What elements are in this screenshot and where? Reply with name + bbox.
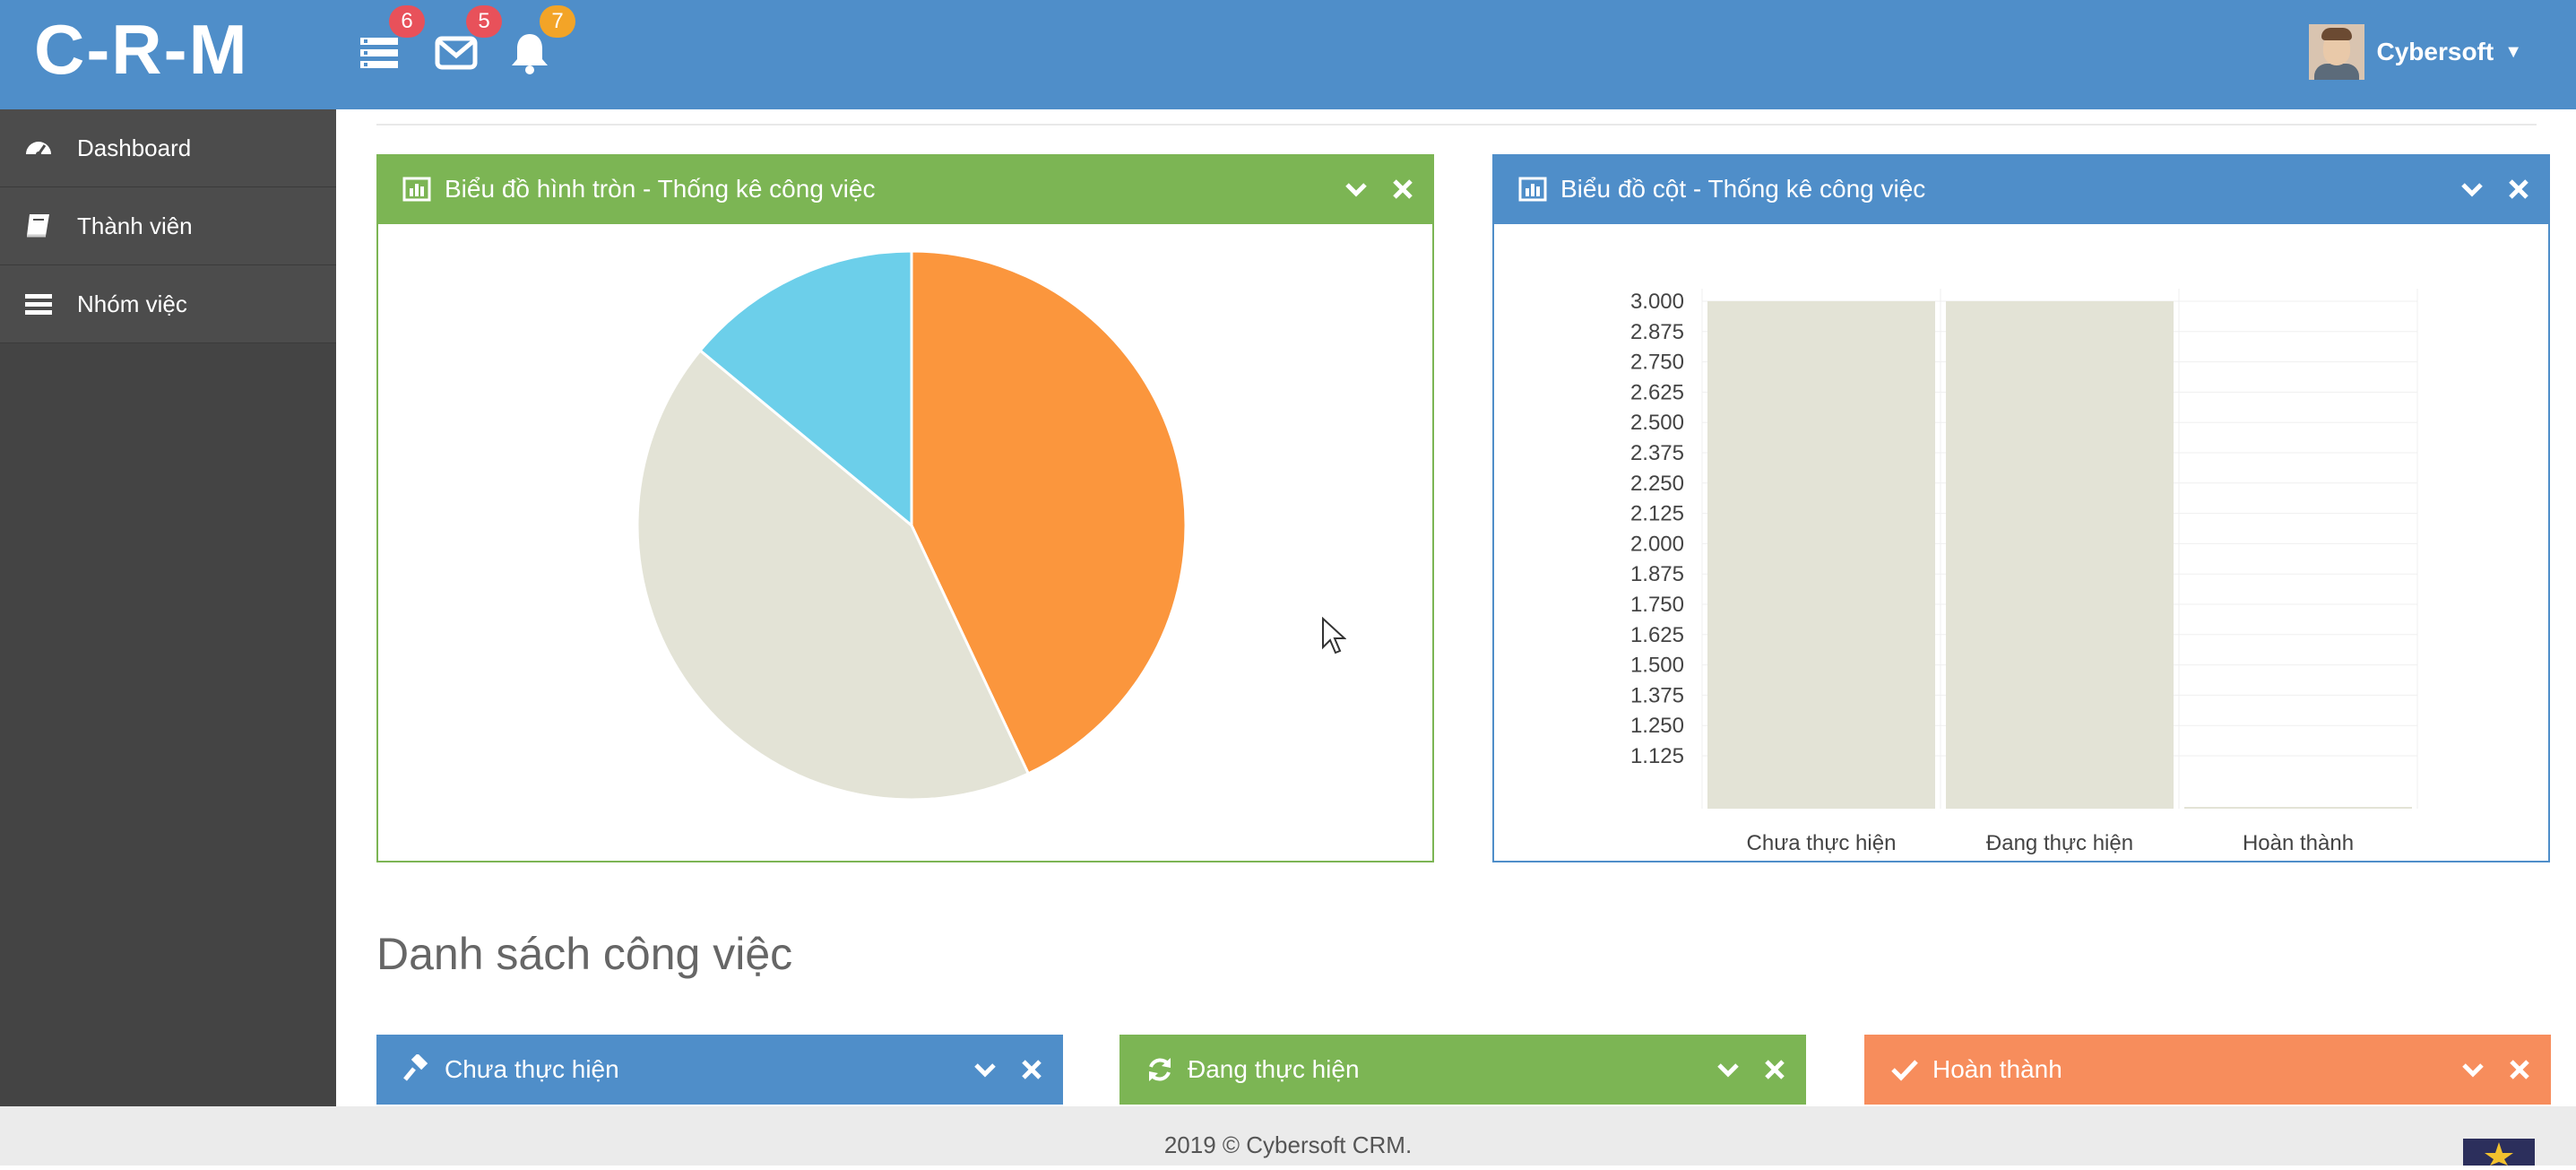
panel-title: Biểu đồ cột - Thống kê công việc (1560, 175, 1926, 203)
bar-chart: 3.000 2.875 2.750 2.625 2.500 2.375 2.250 2.125… (1630, 289, 2418, 855)
y-tick-label: 3.000 (1630, 290, 1684, 314)
x-tick-label: Đang thực hiện (1986, 831, 2133, 855)
sidebar-item-groups[interactable]: Nhóm việc (0, 265, 336, 343)
panel-header: Biểu đồ cột - Thống kê công việc (1492, 154, 2550, 224)
mouse-cursor-icon (1322, 617, 1346, 654)
y-tick-label: 1.250 (1630, 714, 1684, 738)
y-tick-label: 2.625 (1630, 380, 1684, 404)
close-icon[interactable] (2506, 1056, 2533, 1083)
chevron-down-icon[interactable] (1343, 176, 1370, 203)
panel-title: Đang thực hiện (1188, 1055, 1360, 1083)
task-panel-todo: Chưa thực hiện (376, 1035, 1063, 1106)
panel-header: Đang thực hiện (1119, 1035, 1806, 1105)
y-tick-label: 1.875 (1630, 562, 1684, 586)
list-icon (0, 289, 77, 319)
y-tick-label: 2.250 (1630, 472, 1684, 496)
tasks-badge: 6 (389, 5, 425, 38)
close-icon[interactable] (2505, 176, 2532, 203)
app-logo[interactable]: C-R-M (34, 9, 249, 91)
panel-header: Biểu đồ hình tròn - Thống kê công việc (376, 154, 1434, 224)
bell-icon[interactable]: 7 (507, 5, 575, 75)
y-tick-label: 1.125 (1630, 744, 1684, 768)
messages-badge: 5 (466, 5, 502, 38)
pie-chart-panel: Biểu đồ hình tròn - Thống kê công việc (376, 154, 1434, 862)
y-tick-label: 1.750 (1630, 593, 1684, 617)
corner-logo (2463, 1139, 2535, 1166)
user-menu[interactable]: Cybersoft ▼ (2308, 23, 2522, 81)
sidebar-item-label: Thành viên (77, 212, 193, 239)
close-icon[interactable] (1761, 1056, 1788, 1083)
task-panel-in-progress: Đang thực hiện (1119, 1035, 1806, 1106)
bar-1[interactable] (1946, 301, 2174, 809)
chevron-down-icon[interactable] (1715, 1056, 1742, 1083)
x-tick-label: Hoàn thành (2243, 831, 2354, 855)
bar-0[interactable] (1707, 301, 1935, 809)
envelope-icon[interactable]: 5 (434, 5, 502, 75)
panel-title: Chưa thực hiện (445, 1055, 619, 1083)
panel-title: Hoàn thành (1932, 1055, 2062, 1083)
chevron-down-icon[interactable] (2459, 176, 2485, 203)
panel-title: Biểu đồ hình tròn - Thống kê công việc (445, 175, 876, 203)
main-content: Biểu đồ hình tròn - Thống kê công việc B… (336, 109, 2576, 1106)
dashboard-icon (0, 133, 77, 163)
y-tick-label: 2.750 (1630, 351, 1684, 375)
bar-2[interactable] (2184, 807, 2412, 809)
bar-chart-icon (1517, 174, 1548, 204)
y-tick-label: 2.125 (1630, 502, 1684, 526)
pie-chart (635, 249, 1188, 802)
book-icon (0, 211, 77, 241)
top-header: C-R-M 6 5 7 Cybersoft ▼ (0, 0, 2576, 109)
sidebar-item-label: Dashboard (77, 134, 192, 161)
x-tick-label: Chưa thực hiện (1747, 831, 1897, 855)
y-tick-label: 2.875 (1630, 320, 1684, 344)
gavel-icon (402, 1054, 432, 1085)
sidebar-item-members[interactable]: Thành viên (0, 187, 336, 265)
close-icon[interactable] (1389, 176, 1416, 203)
footer-text: 2019 © Cybersoft CRM. (1163, 1131, 1413, 1158)
section-title: Danh sách công việc (376, 929, 793, 979)
task-panel-done: Hoàn thành (1864, 1035, 2551, 1106)
panel-header: Chưa thực hiện (376, 1035, 1063, 1105)
divider (376, 124, 2537, 126)
check-icon (1889, 1054, 1920, 1085)
panel-header: Hoàn thành (1864, 1035, 2551, 1105)
sidebar-item-dashboard[interactable]: Dashboard (0, 109, 336, 187)
chevron-down-icon[interactable] (972, 1056, 998, 1083)
user-name: Cybersoft (2376, 38, 2494, 65)
bar-chart-panel: Biểu đồ cột - Thống kê công việc 3.000 2.… (1492, 154, 2550, 862)
refresh-icon (1145, 1054, 1175, 1085)
tasks-icon[interactable]: 6 (357, 5, 425, 75)
y-tick-label: 2.000 (1630, 532, 1684, 556)
y-tick-label: 1.375 (1630, 683, 1684, 707)
y-tick-label: 1.500 (1630, 654, 1684, 678)
bar-chart-icon (402, 174, 432, 204)
y-tick-label: 2.375 (1630, 441, 1684, 465)
caret-down-icon: ▼ (2504, 41, 2522, 62)
footer: 2019 © Cybersoft CRM. (0, 1106, 2576, 1166)
y-tick-label: 2.500 (1630, 411, 1684, 435)
notifications-badge: 7 (540, 5, 575, 38)
close-icon[interactable] (1018, 1056, 1045, 1083)
sidebar: Dashboard Thành viên Nhóm việc (0, 109, 336, 1106)
chevron-down-icon[interactable] (2459, 1056, 2486, 1083)
avatar (2308, 24, 2364, 80)
y-tick-label: 1.625 (1630, 623, 1684, 647)
sidebar-item-label: Nhóm việc (77, 290, 187, 317)
